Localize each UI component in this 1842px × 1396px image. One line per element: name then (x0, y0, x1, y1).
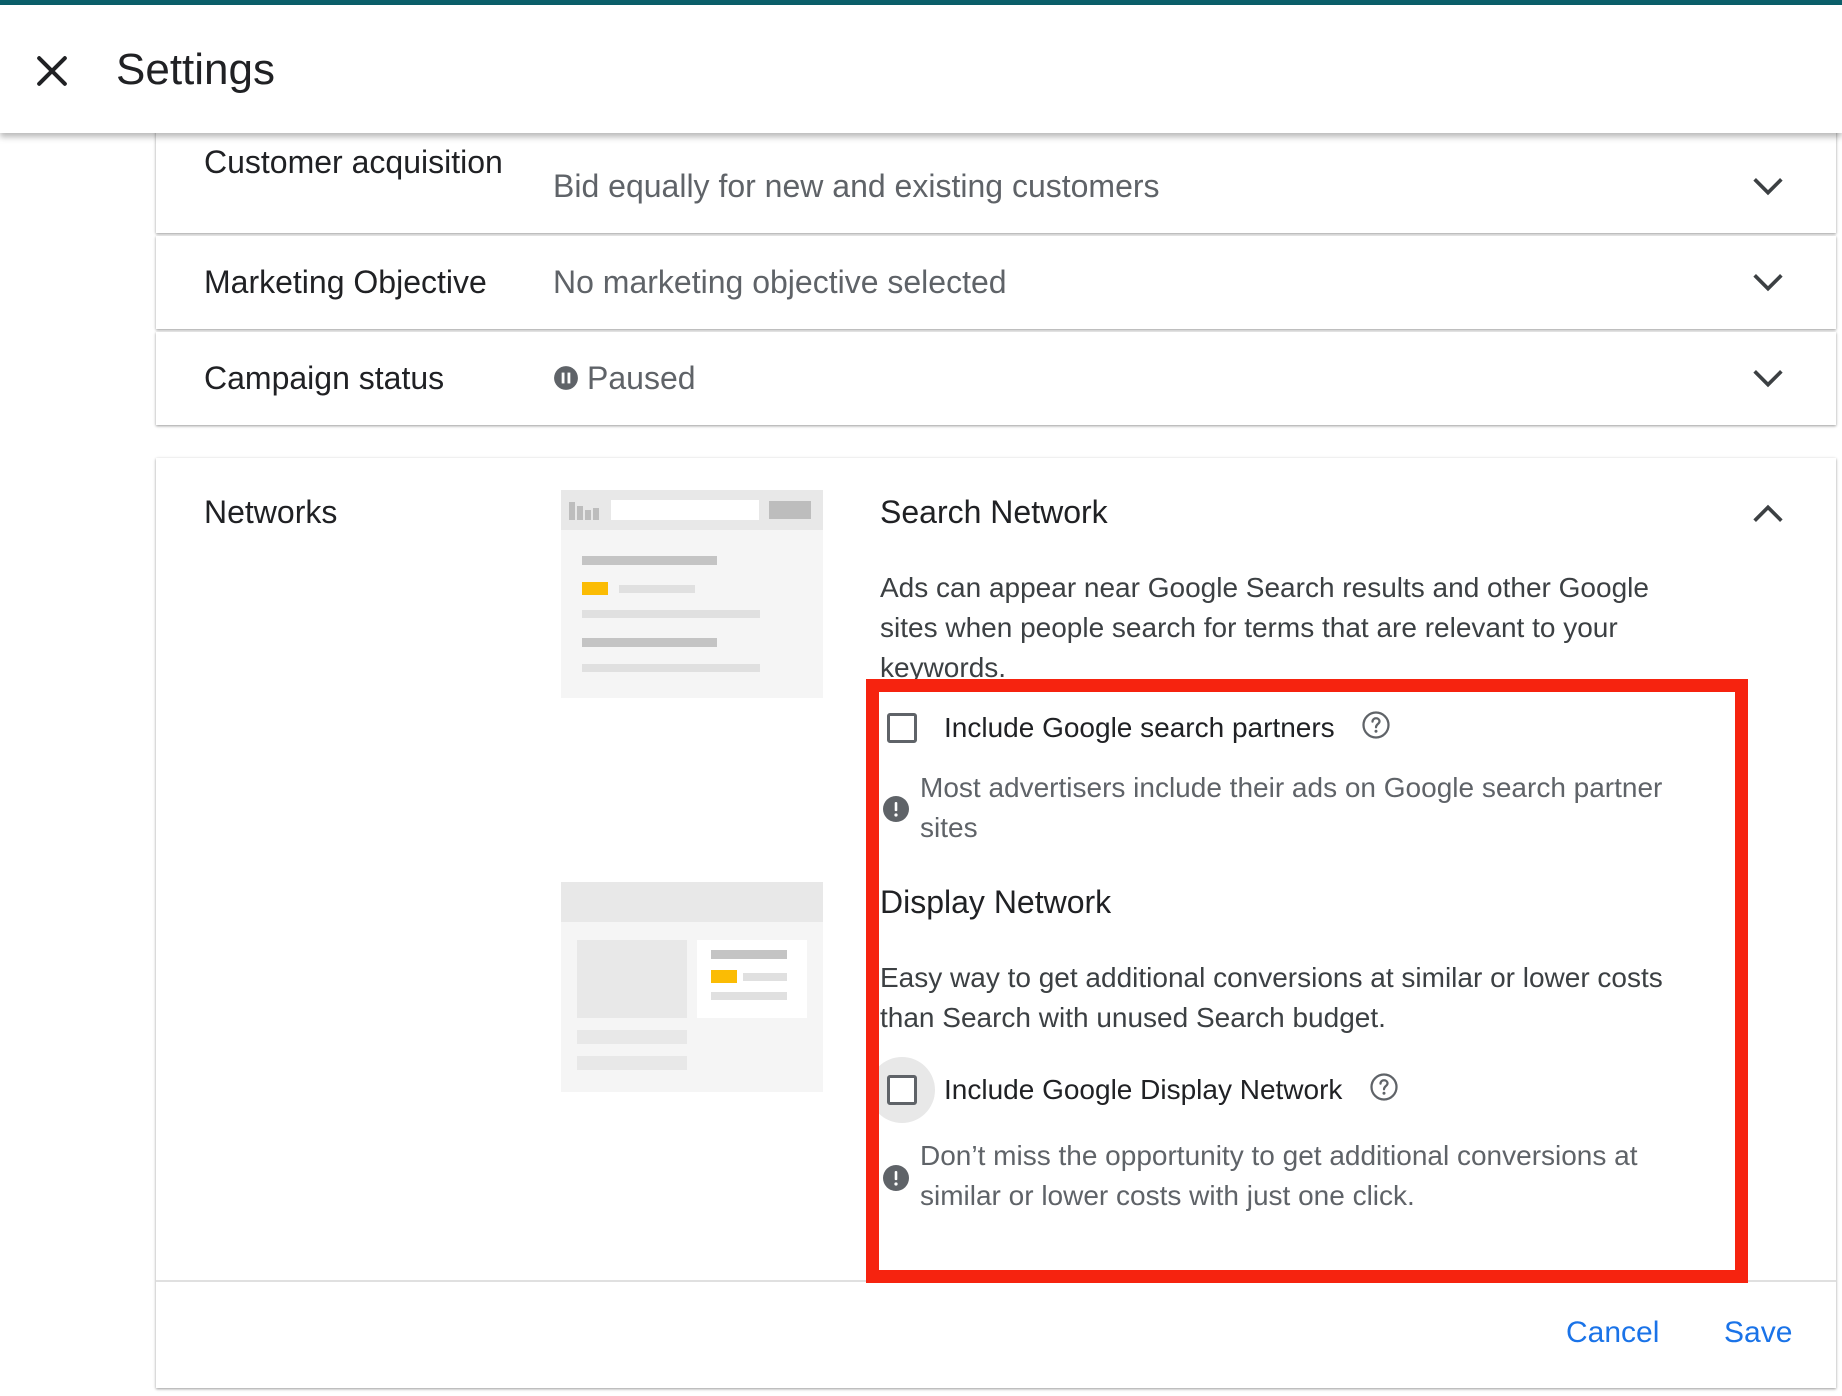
chevron-down-icon[interactable] (1748, 262, 1788, 302)
networks-label: Networks (204, 494, 338, 530)
display-network-title: Display Network (880, 884, 1112, 920)
campaign-status-row[interactable]: Campaign status Paused (156, 332, 1836, 425)
pause-circle-icon (554, 365, 578, 390)
networks-card: Networks Search Network Ads can appear n… (156, 458, 1836, 1388)
chevron-down-icon[interactable] (1748, 358, 1788, 398)
row-value: Bid equally for new and existing custome… (553, 168, 1160, 204)
marketing-objective-row[interactable]: Marketing Objective No marketing objecti… (156, 236, 1836, 329)
status-value: Paused (553, 354, 696, 402)
search-partners-label[interactable]: Include Google search partners (944, 708, 1335, 748)
display-network-description: Easy way to get additional conversions a… (880, 962, 1663, 1033)
info-icon (883, 1165, 909, 1191)
footer-divider (156, 1280, 1836, 1282)
display-network-note: Don’t miss the opportunity to get additi… (920, 1140, 1638, 1211)
info-icon (883, 796, 909, 822)
close-icon[interactable] (30, 49, 74, 93)
customer-acquisition-row[interactable]: Customer acquisition Bid equally for new… (156, 120, 1836, 233)
cancel-button[interactable]: Cancel (1566, 1316, 1659, 1350)
row-label: Customer acquisition (204, 144, 503, 180)
chevron-down-icon[interactable] (1748, 166, 1788, 206)
search-partners-note: Most advertisers include their ads on Go… (920, 772, 1663, 843)
help-icon[interactable] (1361, 710, 1391, 740)
save-button[interactable]: Save (1724, 1316, 1792, 1350)
settings-header: Settings (0, 5, 1842, 133)
search-network-description: Ads can appear near Google Search result… (880, 572, 1649, 683)
row-label: Campaign status (204, 360, 445, 396)
search-network-illustration (561, 490, 823, 698)
search-network-title: Search Network (880, 494, 1108, 530)
row-value: No marketing objective selected (553, 264, 1007, 300)
row-label: Marketing Objective (204, 264, 487, 300)
status-text: Paused (587, 360, 696, 396)
page-title: Settings (116, 45, 275, 94)
chevron-up-icon[interactable] (1748, 494, 1788, 534)
display-network-checkbox[interactable] (887, 1075, 917, 1105)
display-network-illustration (561, 882, 823, 1092)
display-network-label[interactable]: Include Google Display Network (944, 1070, 1342, 1110)
search-partners-checkbox[interactable] (887, 713, 917, 743)
help-icon[interactable] (1369, 1072, 1399, 1102)
